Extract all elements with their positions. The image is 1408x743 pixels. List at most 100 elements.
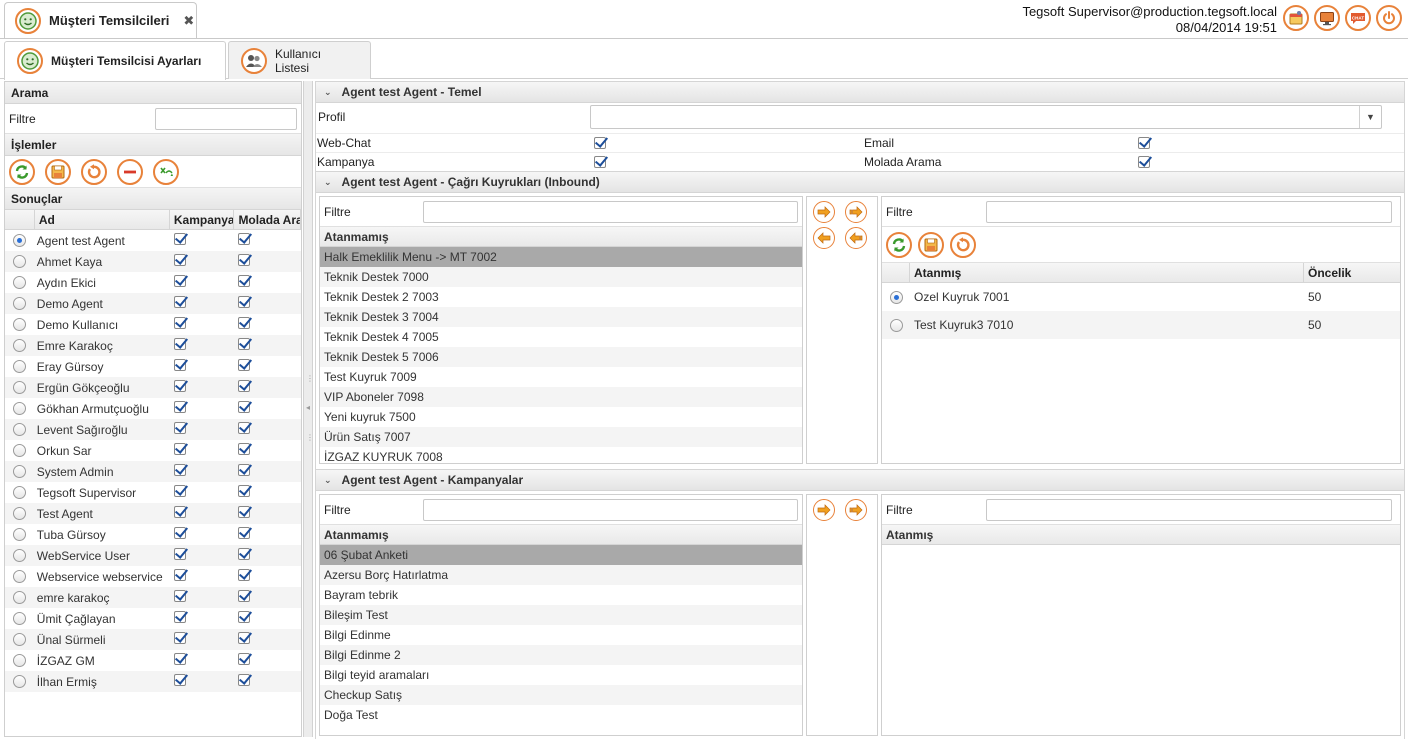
row-campaign-checkbox[interactable] bbox=[173, 527, 186, 539]
row-break-call-checkbox[interactable] bbox=[238, 464, 251, 476]
col-assigned[interactable]: Atanmış bbox=[910, 263, 1304, 282]
search-filter-input[interactable] bbox=[155, 107, 297, 130]
email-checkbox[interactable] bbox=[1138, 137, 1150, 149]
row-campaign-checkbox[interactable] bbox=[173, 380, 186, 392]
row-radio[interactable] bbox=[13, 423, 27, 436]
row-radio[interactable] bbox=[13, 444, 27, 457]
table-row[interactable]: Gökhan Armutçuoğlu bbox=[5, 398, 301, 419]
table-row[interactable]: Orkun Sar bbox=[5, 440, 301, 461]
row-radio[interactable] bbox=[13, 297, 27, 310]
row-radio[interactable] bbox=[13, 654, 27, 667]
profile-select[interactable]: ▼ bbox=[590, 105, 1382, 129]
reset-icon[interactable] bbox=[950, 231, 976, 258]
row-radio[interactable] bbox=[13, 402, 27, 415]
save-icon[interactable] bbox=[45, 158, 71, 185]
col-break-call[interactable]: Molada Arama bbox=[234, 210, 301, 229]
row-radio[interactable] bbox=[13, 612, 27, 625]
table-row[interactable]: Demo Agent bbox=[5, 293, 301, 314]
table-row[interactable]: Tegsoft Supervisor bbox=[5, 482, 301, 503]
table-row[interactable]: Aydın Ekici bbox=[5, 272, 301, 293]
break-call-checkbox[interactable] bbox=[1138, 156, 1150, 168]
row-break-call-checkbox[interactable] bbox=[238, 548, 251, 560]
row-priority[interactable]: 50 bbox=[1304, 318, 1400, 332]
refresh-icon[interactable] bbox=[9, 158, 35, 185]
reset-icon[interactable] bbox=[81, 158, 107, 185]
monitor-icon[interactable] bbox=[1314, 5, 1340, 31]
table-row[interactable]: Ozel Kuyruk 7001 50 bbox=[882, 283, 1400, 311]
table-row[interactable]: Levent Sağıroğlu bbox=[5, 419, 301, 440]
row-campaign-checkbox[interactable] bbox=[173, 422, 186, 434]
chat-icon[interactable]: CHAT bbox=[1345, 5, 1371, 31]
row-radio[interactable] bbox=[889, 318, 903, 332]
queues-assigned-filter-input[interactable] bbox=[986, 200, 1392, 223]
row-campaign-checkbox[interactable] bbox=[173, 464, 186, 476]
row-break-call-checkbox[interactable] bbox=[238, 233, 251, 245]
row-radio[interactable] bbox=[13, 255, 27, 268]
table-row[interactable]: Eray Gürsoy bbox=[5, 356, 301, 377]
row-radio[interactable] bbox=[13, 339, 27, 352]
tab-agent-settings[interactable]: Müşteri Temsilcisi Ayarları bbox=[4, 41, 226, 80]
collapse-chevron-icon[interactable]: ⌄ bbox=[324, 469, 332, 491]
queues-unassigned-filter-input[interactable] bbox=[423, 200, 798, 223]
list-item[interactable]: Teknik Destek 5 7006 bbox=[320, 347, 802, 367]
list-item[interactable]: Doğa Test bbox=[320, 705, 802, 725]
row-campaign-checkbox[interactable] bbox=[173, 233, 186, 245]
tab-user-list[interactable]: Kullanıcı Listesi bbox=[228, 41, 371, 79]
close-tab-icon[interactable]: ✖ bbox=[183, 13, 194, 29]
row-radio[interactable] bbox=[13, 549, 27, 562]
table-row[interactable]: İlhan Ermiş bbox=[5, 671, 301, 692]
list-item[interactable]: 06 Şubat Anketi bbox=[320, 545, 802, 565]
row-break-call-checkbox[interactable] bbox=[238, 380, 251, 392]
table-row[interactable]: Ahmet Kaya bbox=[5, 251, 301, 272]
row-radio[interactable] bbox=[13, 276, 27, 289]
campaigns-unassigned-filter-input[interactable] bbox=[423, 498, 798, 521]
list-item[interactable]: Yeni kuyruk 7500 bbox=[320, 407, 802, 427]
col-priority[interactable]: Öncelik bbox=[1304, 263, 1400, 282]
row-break-call-checkbox[interactable] bbox=[238, 653, 251, 665]
row-break-call-checkbox[interactable] bbox=[238, 611, 251, 623]
row-campaign-checkbox[interactable] bbox=[173, 401, 186, 413]
row-campaign-checkbox[interactable] bbox=[173, 296, 186, 308]
row-radio[interactable] bbox=[13, 591, 27, 604]
row-break-call-checkbox[interactable] bbox=[238, 317, 251, 329]
row-campaign-checkbox[interactable] bbox=[173, 275, 186, 287]
table-row[interactable]: Test Kuyruk3 7010 50 bbox=[882, 311, 1400, 339]
row-campaign-checkbox[interactable] bbox=[173, 506, 186, 518]
refresh-icon[interactable] bbox=[886, 231, 912, 258]
list-item[interactable]: Teknik Destek 7000 bbox=[320, 267, 802, 287]
table-row[interactable]: Agent test Agent bbox=[5, 230, 301, 251]
row-radio[interactable] bbox=[13, 381, 27, 394]
col-name[interactable]: Ad bbox=[35, 210, 170, 229]
list-item[interactable]: Bilgi Edinme 2 bbox=[320, 645, 802, 665]
table-row[interactable]: Test Agent bbox=[5, 503, 301, 524]
row-campaign-checkbox[interactable] bbox=[173, 359, 186, 371]
webchat-checkbox[interactable] bbox=[594, 137, 606, 149]
table-row[interactable]: emre karakoç bbox=[5, 587, 301, 608]
chevron-down-icon[interactable]: ▼ bbox=[1359, 106, 1381, 128]
list-item[interactable]: Test Kuyruk 7009 bbox=[320, 367, 802, 387]
row-break-call-checkbox[interactable] bbox=[238, 401, 251, 413]
delete-icon[interactable] bbox=[117, 158, 143, 185]
table-row[interactable]: Ümit Çağlayan bbox=[5, 608, 301, 629]
list-item[interactable]: Bayram tebrik bbox=[320, 585, 802, 605]
campaigns-assigned-filter-input[interactable] bbox=[986, 498, 1392, 521]
list-item[interactable]: Azersu Borç Hatırlatma bbox=[320, 565, 802, 585]
row-break-call-checkbox[interactable] bbox=[238, 632, 251, 644]
list-item[interactable]: İZGAZ KUYRUK 7008 bbox=[320, 447, 802, 463]
list-item[interactable]: Teknik Destek 4 7005 bbox=[320, 327, 802, 347]
campaign-checkbox[interactable] bbox=[594, 156, 606, 168]
row-campaign-checkbox[interactable] bbox=[173, 653, 186, 665]
move-left-icon[interactable] bbox=[813, 227, 835, 249]
row-radio[interactable] bbox=[889, 290, 903, 304]
main-tab[interactable]: Müşteri Temsilcileri ✖ bbox=[4, 2, 197, 38]
row-radio[interactable] bbox=[13, 507, 27, 520]
row-radio[interactable] bbox=[13, 360, 27, 373]
row-break-call-checkbox[interactable] bbox=[238, 569, 251, 581]
row-radio[interactable] bbox=[13, 465, 27, 478]
col-campaign[interactable]: Kampanya bbox=[170, 210, 235, 229]
list-item[interactable]: VIP Aboneler 7098 bbox=[320, 387, 802, 407]
list-item[interactable]: Teknik Destek 2 7003 bbox=[320, 287, 802, 307]
list-item[interactable]: Checkup Satış bbox=[320, 685, 802, 705]
row-campaign-checkbox[interactable] bbox=[173, 548, 186, 560]
list-item[interactable]: Teknik Destek 3 7004 bbox=[320, 307, 802, 327]
